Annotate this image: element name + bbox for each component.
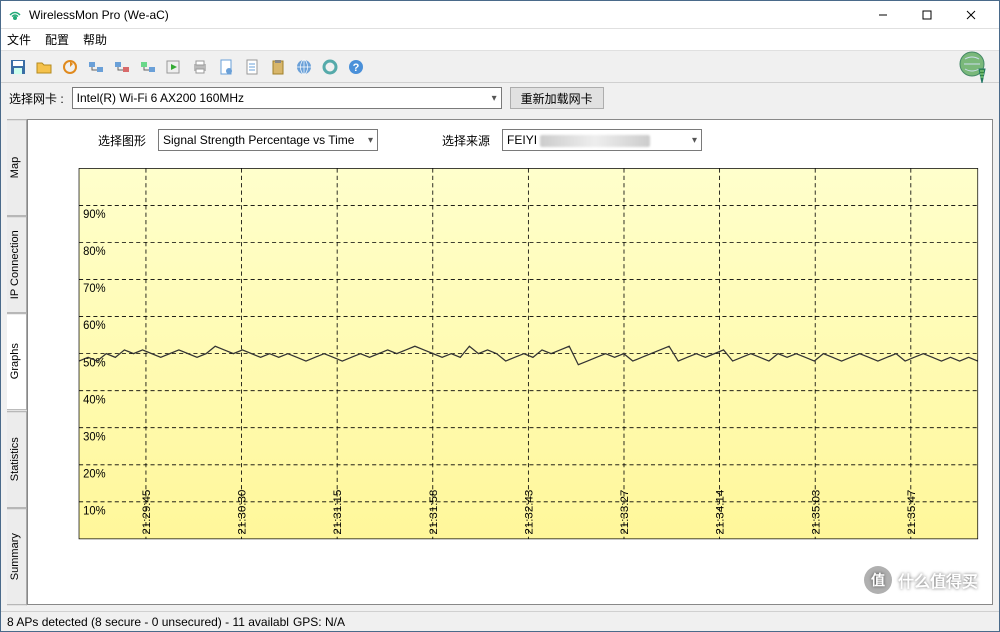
- doc2-icon[interactable]: [241, 56, 263, 78]
- svg-text:70%: 70%: [83, 283, 105, 295]
- svg-text:30%: 30%: [83, 431, 105, 443]
- svg-text:21:29:45: 21:29:45: [141, 490, 153, 535]
- net3-icon[interactable]: [137, 56, 159, 78]
- doc1-icon[interactable]: [215, 56, 237, 78]
- print-icon[interactable]: [189, 56, 211, 78]
- ring-icon[interactable]: [319, 56, 341, 78]
- status-gps: GPS: N/A: [293, 615, 345, 629]
- svg-text:21:33:27: 21:33:27: [619, 490, 631, 535]
- toolbar: ?: [1, 51, 999, 83]
- svg-text:40%: 40%: [83, 394, 105, 406]
- svg-text:21:35:47: 21:35:47: [906, 490, 918, 535]
- svg-text:21:34:14: 21:34:14: [715, 490, 727, 535]
- menu-bar: 文件 配置 帮助: [1, 29, 999, 51]
- refresh-icon[interactable]: [59, 56, 81, 78]
- select-source-label: 选择来源: [442, 132, 490, 149]
- net2-icon[interactable]: [111, 56, 133, 78]
- svg-text:21:30:30: 21:30:30: [237, 490, 249, 535]
- tab-statistics[interactable]: Statistics: [7, 411, 27, 508]
- main-area: Summary Statistics Graphs IP Connection …: [1, 113, 999, 611]
- save-icon[interactable]: [7, 56, 29, 78]
- folder-icon[interactable]: [33, 56, 55, 78]
- adapter-select[interactable]: Intel(R) Wi-Fi 6 AX200 160MHz ▾: [72, 87, 502, 109]
- signal-chart: 10% 20% 30% 40% 50% 60% 70% 80% 90% 21:29:45 21:30…: [30, 160, 990, 602]
- status-bar: 8 APs detected (8 secure - 0 unsecured) …: [1, 611, 999, 631]
- help-icon[interactable]: ?: [345, 56, 367, 78]
- globe-small-icon[interactable]: [293, 56, 315, 78]
- tab-summary[interactable]: Summary: [7, 508, 27, 605]
- svg-text:21:31:15: 21:31:15: [332, 490, 344, 535]
- window-title: WirelessMon Pro (We-aC): [29, 8, 861, 22]
- svg-text:20%: 20%: [83, 468, 105, 480]
- adapter-label: 选择网卡 :: [9, 90, 64, 107]
- play-icon[interactable]: [163, 56, 185, 78]
- tab-ipconnection[interactable]: IP Connection: [7, 216, 27, 313]
- chevron-down-icon: ▾: [368, 135, 373, 146]
- svg-text:90%: 90%: [83, 209, 105, 221]
- svg-text:60%: 60%: [83, 320, 105, 332]
- menu-config[interactable]: 配置: [45, 31, 69, 48]
- app-window: WirelessMon Pro (We-aC) 文件 配置 帮助 ?: [0, 0, 1000, 632]
- select-graph-dropdown[interactable]: Signal Strength Percentage vs Time ▾: [158, 129, 378, 151]
- window-controls: [861, 1, 993, 29]
- graph-controls: 选择图形 Signal Strength Percentage vs Time …: [28, 120, 992, 160]
- select-graph-label: 选择图形: [98, 132, 146, 149]
- svg-text:?: ?: [353, 62, 360, 74]
- svg-text:80%: 80%: [83, 246, 105, 258]
- svg-text:21:31:58: 21:31:58: [428, 490, 440, 535]
- clipboard-icon[interactable]: [267, 56, 289, 78]
- select-source-dropdown[interactable]: FEIYI ▾: [502, 129, 702, 151]
- app-icon: [7, 7, 23, 23]
- svg-text:10%: 10%: [83, 505, 105, 517]
- net1-icon[interactable]: [85, 56, 107, 78]
- title-bar: WirelessMon Pro (We-aC): [1, 1, 999, 29]
- adapter-select-value: Intel(R) Wi-Fi 6 AX200 160MHz: [77, 91, 244, 105]
- chevron-down-icon: ▾: [492, 93, 497, 104]
- close-button[interactable]: [949, 1, 993, 29]
- chevron-down-icon: ▾: [692, 135, 697, 146]
- tab-graphs[interactable]: Graphs: [7, 313, 27, 410]
- maximize-button[interactable]: [905, 1, 949, 29]
- globe-logo-icon: [957, 49, 993, 85]
- svg-text:21:32:43: 21:32:43: [524, 490, 536, 535]
- status-aps: 8 APs detected (8 secure - 0 unsecured) …: [7, 615, 289, 629]
- svg-text:21:35:03: 21:35:03: [810, 490, 822, 535]
- graph-panel: 选择图形 Signal Strength Percentage vs Time …: [27, 119, 993, 605]
- menu-file[interactable]: 文件: [7, 31, 31, 48]
- chart-area: 10% 20% 30% 40% 50% 60% 70% 80% 90% 21:29:45 21:30…: [30, 160, 990, 602]
- tab-map[interactable]: Map: [7, 119, 27, 216]
- menu-help[interactable]: 帮助: [83, 31, 107, 48]
- reload-adapter-button[interactable]: 重新加载网卡: [510, 87, 604, 109]
- minimize-button[interactable]: [861, 1, 905, 29]
- adapter-row: 选择网卡 : Intel(R) Wi-Fi 6 AX200 160MHz ▾ 重…: [1, 83, 999, 113]
- svg-text:50%: 50%: [83, 357, 105, 369]
- vertical-tabs: Summary Statistics Graphs IP Connection …: [7, 119, 27, 605]
